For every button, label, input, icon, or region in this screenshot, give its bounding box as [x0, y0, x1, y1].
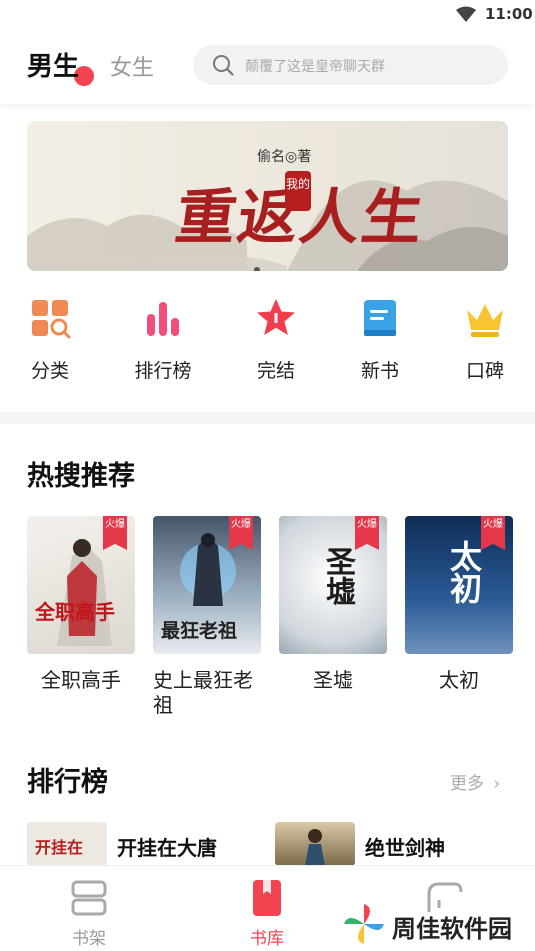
- tab-female[interactable]: 女生: [110, 50, 154, 82]
- bottom-tab-bookshelf[interactable]: 书架: [49, 866, 129, 949]
- watermark: 周佳软件园: [342, 902, 532, 947]
- nav-item-finished[interactable]: 完结: [226, 296, 326, 383]
- tab-male[interactable]: 男生: [27, 46, 79, 83]
- carousel-dot: [254, 267, 260, 271]
- nav-item-category[interactable]: 分类: [0, 296, 100, 383]
- nav-label: 口碑: [465, 360, 504, 382]
- hot-badge: 火爆: [355, 516, 379, 550]
- nav-label: 排行榜: [134, 360, 192, 382]
- status-time: 11:00: [485, 5, 533, 23]
- top-bar: 男生 女生 颠覆了这是皇帝聊天群: [0, 30, 535, 104]
- bookshelf-icon: [69, 878, 109, 918]
- chevron-right-icon: ›: [493, 774, 501, 794]
- search-placeholder: 颠覆了这是皇帝聊天群: [245, 59, 385, 75]
- status-bar: 11:00: [0, 0, 535, 30]
- ranking-section-title: 排行榜: [27, 767, 108, 798]
- bottom-tab-label: 书架: [72, 929, 106, 949]
- nav-label: 完结: [256, 360, 295, 382]
- library-icon: [247, 878, 287, 918]
- banner-seal: 我的: [285, 171, 311, 211]
- ranking-name: 开挂在大唐: [117, 836, 217, 860]
- ranking-cover-text: 开挂在: [35, 838, 84, 857]
- category-icon: [28, 296, 72, 340]
- book-name: 史上最狂老祖: [153, 668, 253, 717]
- bottom-tab-library[interactable]: 书库: [227, 866, 307, 949]
- carousel-indicator: [254, 258, 264, 271]
- book-card[interactable]: 火爆 太初 太初: [405, 516, 513, 693]
- cover-title: 太初: [445, 540, 483, 604]
- section-divider: [0, 412, 535, 424]
- crown-icon: [463, 296, 507, 340]
- ranking-cover-art: [305, 829, 325, 866]
- bottom-tab-label: 书库: [250, 929, 284, 949]
- hot-book-list: 火爆 全职高手 全职高手 火爆 最狂老祖 史上最狂老祖 火爆 圣墟 圣墟 火爆 …: [27, 516, 517, 718]
- cover-title: 全职高手: [35, 600, 115, 624]
- nav-item-new-book[interactable]: 新书: [330, 296, 430, 383]
- banner-carousel[interactable]: 偷名◎著 重返人生 我的: [27, 121, 508, 271]
- ranking-cover: 开挂在: [27, 822, 107, 866]
- ranking-icon: [141, 296, 185, 340]
- category-nav: 分类 排行榜 完结 新书 口碑: [0, 296, 535, 396]
- nav-item-reputation[interactable]: 口碑: [435, 296, 535, 383]
- ranking-cover: [275, 822, 355, 866]
- search-bar[interactable]: 颠覆了这是皇帝聊天群: [193, 45, 508, 85]
- book-name: 太初: [439, 668, 479, 692]
- book-card[interactable]: 火爆 最狂老祖 史上最狂老祖: [153, 516, 261, 718]
- cover-title: 最狂老祖: [161, 620, 238, 642]
- nav-item-ranking[interactable]: 排行榜: [113, 296, 213, 383]
- nav-label: 分类: [30, 360, 69, 382]
- book-card[interactable]: 火爆 圣墟 圣墟: [279, 516, 387, 693]
- book-cover: 火爆 全职高手: [27, 516, 135, 654]
- new-book-icon: [358, 296, 402, 340]
- ranking-name: 绝世剑神: [365, 836, 445, 860]
- banner-author: 偷名◎著: [257, 149, 312, 165]
- book-cover: 火爆 太初: [405, 516, 513, 654]
- book-card[interactable]: 火爆 全职高手 全职高手: [27, 516, 135, 693]
- wifi-icon: [456, 6, 476, 22]
- nav-label: 新书: [360, 360, 399, 382]
- pinwheel-logo-icon: [344, 904, 384, 944]
- more-link[interactable]: 更多 ›: [450, 769, 500, 794]
- search-icon: [213, 55, 234, 76]
- book-name: 圣墟: [313, 668, 353, 692]
- cover-title: 圣墟: [320, 546, 355, 606]
- book-cover: 火爆 圣墟: [279, 516, 387, 654]
- book-name: 全职高手: [41, 668, 121, 692]
- more-label: 更多: [450, 774, 484, 794]
- book-cover: 火爆 最狂老祖: [153, 516, 261, 654]
- watermark-text: 周佳软件园: [392, 915, 512, 943]
- hot-section-title: 热搜推荐: [27, 461, 135, 492]
- star-icon: [254, 296, 298, 340]
